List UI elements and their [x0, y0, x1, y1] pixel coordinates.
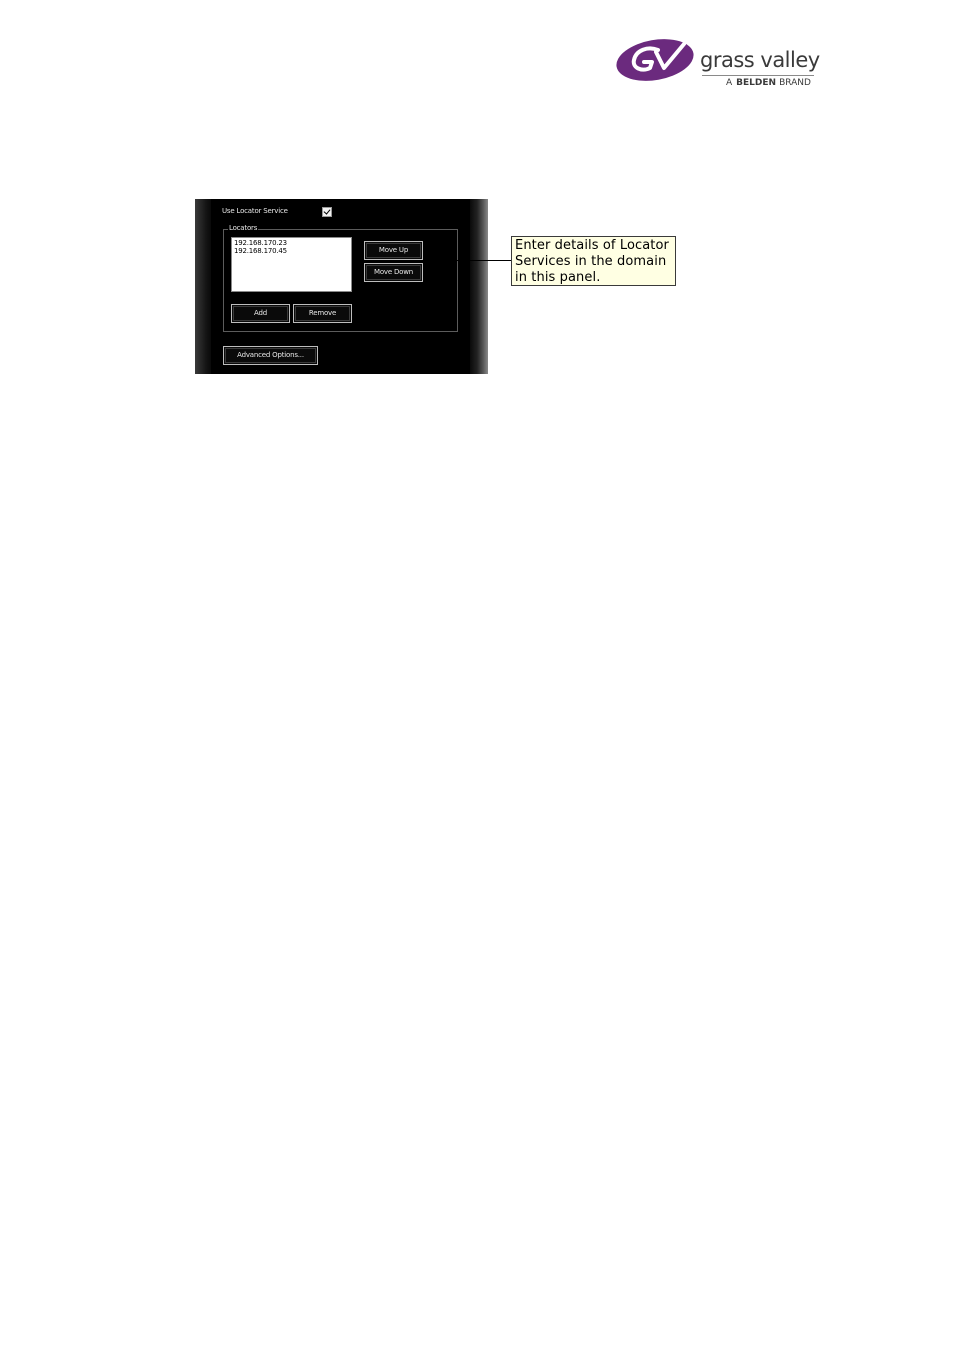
logo-brand-name: BELDEN	[736, 78, 777, 88]
move-down-button[interactable]: Move Down	[364, 263, 423, 282]
remove-button[interactable]: Remove	[293, 304, 352, 323]
callout-connector-line	[454, 260, 511, 261]
logo-brand-prefix: A	[726, 78, 733, 88]
panel-content: Use Locator Service Locators 192.168.170…	[211, 199, 470, 374]
gv-logo-mark-icon	[616, 39, 694, 81]
callout-line: in this panel.	[515, 270, 601, 285]
advanced-options-button[interactable]: Advanced Options...	[223, 346, 318, 365]
logo-divider	[702, 75, 814, 76]
use-locator-label: Use Locator Service	[222, 207, 288, 215]
list-item[interactable]: 192.168.170.45	[232, 247, 351, 255]
callout-line: Services in the domain	[515, 254, 667, 269]
panel-right-border	[470, 199, 488, 374]
logo-wordmark: grass valley	[700, 48, 820, 72]
use-locator-checkbox[interactable]	[322, 207, 332, 217]
move-up-button[interactable]: Move Up	[364, 241, 423, 260]
locator-settings-panel: Use Locator Service Locators 192.168.170…	[195, 199, 488, 374]
add-button[interactable]: Add	[231, 304, 290, 323]
panel-left-border	[195, 199, 211, 374]
callout-box: Enter details of Locator Services in the…	[511, 236, 676, 286]
logo-brand-suffix: BRAND	[779, 78, 811, 88]
locators-group-label: Locators	[228, 224, 259, 232]
grass-valley-logo: grass valley A BELDEN BRAND	[614, 36, 820, 92]
logo-brand-line: A BELDEN BRAND	[726, 78, 811, 88]
locators-listbox[interactable]: 192.168.170.23 192.168.170.45	[231, 237, 352, 292]
callout-line: Enter details of Locator	[515, 238, 670, 253]
list-item[interactable]: 192.168.170.23	[232, 239, 351, 247]
